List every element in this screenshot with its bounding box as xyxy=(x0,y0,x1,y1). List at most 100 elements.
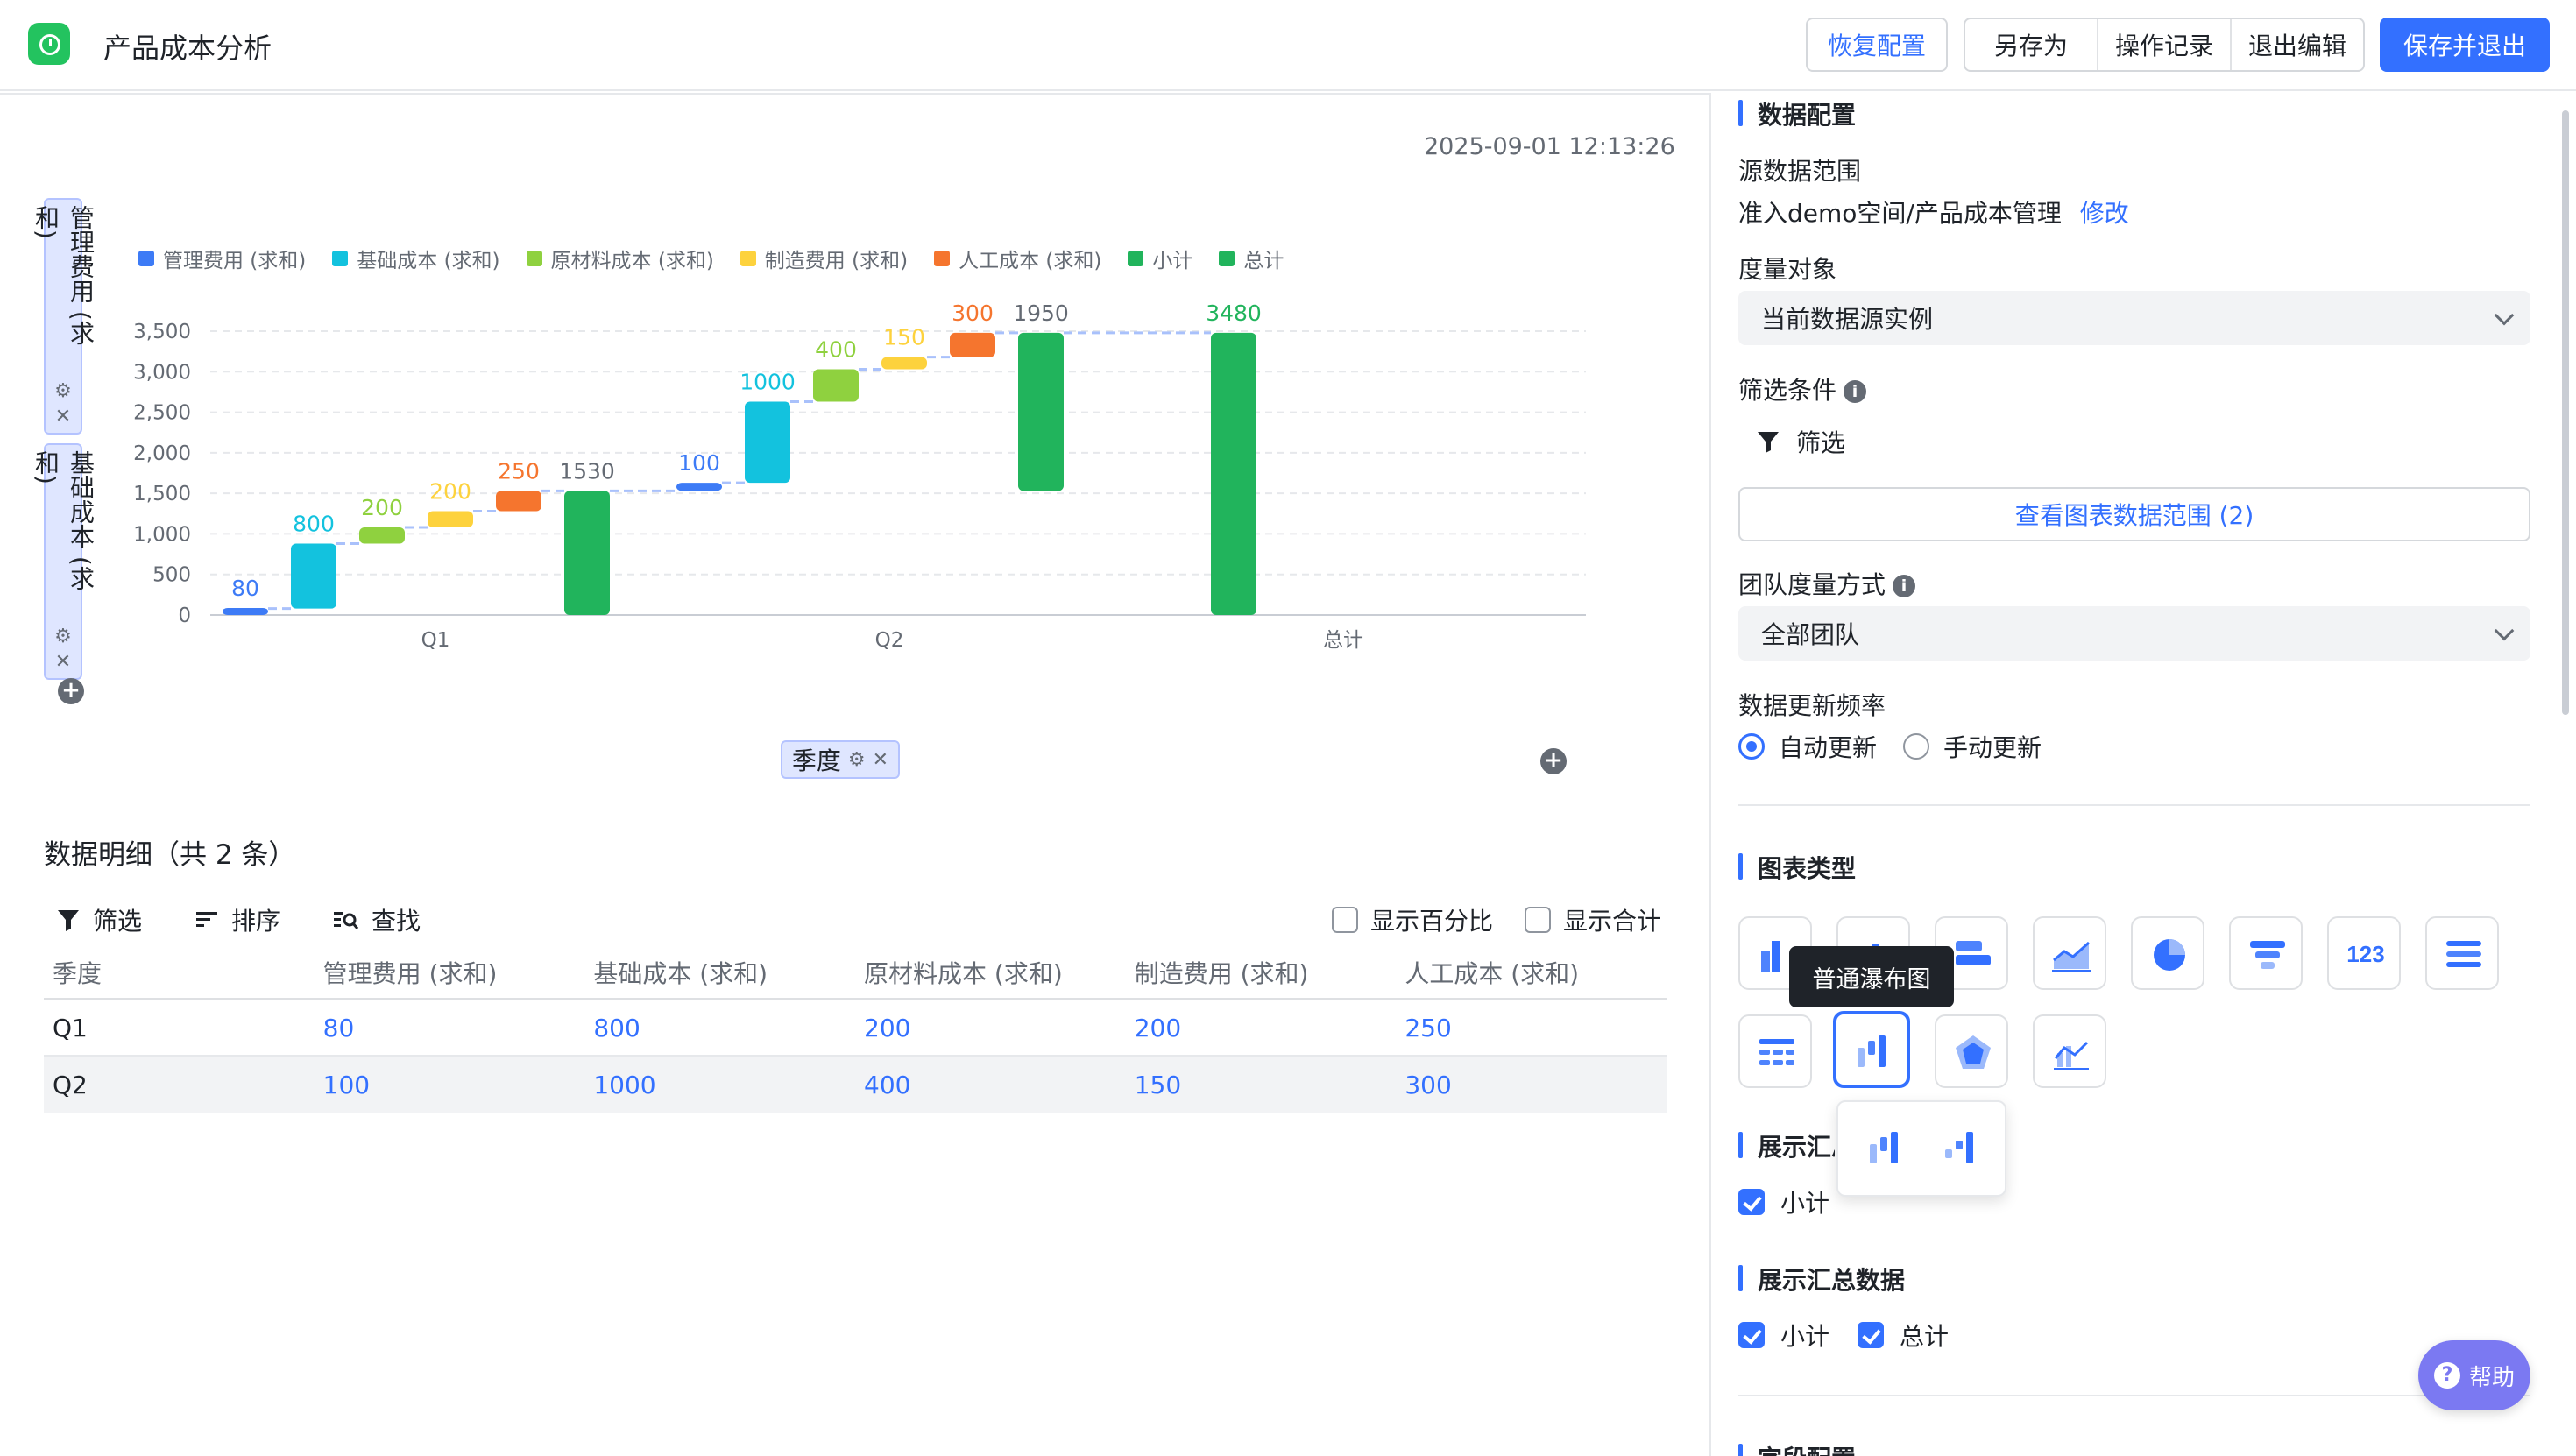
filter-tool[interactable]: 筛选 xyxy=(56,902,142,937)
waterfall-bar[interactable] xyxy=(745,401,790,484)
show-total-toggle[interactable]: 显示合计 xyxy=(1525,902,1661,937)
chart-type-waterfall[interactable] xyxy=(1833,1011,1910,1088)
view-range-button[interactable]: 查看图表数据范围 (2) xyxy=(1738,487,2530,541)
subtotal-checkbox[interactable] xyxy=(1738,1322,1765,1348)
chart-type-number[interactable]: 123 xyxy=(2327,916,2401,990)
find-tool[interactable]: 查找 xyxy=(333,902,421,937)
data-label: 1000 xyxy=(740,370,796,395)
legend-item[interactable]: 人工成本 (求和) xyxy=(934,244,1101,273)
gear-icon[interactable]: ⚙ xyxy=(54,380,72,402)
legend-item[interactable]: 基础成本 (求和) xyxy=(332,244,500,273)
info-icon[interactable]: i xyxy=(1893,575,1916,597)
summary-total-toggle[interactable]: 总计 xyxy=(1858,1318,1949,1353)
team-measure-row: 团队度量方式 i xyxy=(1738,566,1916,601)
chart-type-table[interactable] xyxy=(1738,1014,1812,1088)
waterfall-bar[interactable] xyxy=(428,511,473,528)
chart-type-funnel[interactable] xyxy=(2229,916,2303,990)
legend-item[interactable]: 制造费用 (求和) xyxy=(740,244,908,273)
y-field-pill-admin[interactable]: 管理费用 (求和) ⚙ ✕ xyxy=(32,198,96,435)
filter-icon xyxy=(1758,432,1779,453)
waterfall-bar[interactable] xyxy=(1018,332,1064,491)
help-button[interactable]: ? 帮助 xyxy=(2418,1340,2530,1410)
data-label: 400 xyxy=(815,337,857,363)
save-and-exit-button[interactable]: 保存并退出 xyxy=(2380,18,2550,72)
waterfall-bar[interactable] xyxy=(564,491,610,615)
waterfall-bar[interactable] xyxy=(223,608,268,615)
chart-type-area[interactable] xyxy=(2033,916,2106,990)
normal-waterfall-icon[interactable] xyxy=(1865,1127,1907,1169)
summary-subtotal-toggle[interactable]: 小计 xyxy=(1738,1318,1829,1353)
total-checkbox[interactable] xyxy=(1858,1322,1884,1348)
manual-update-label: 手动更新 xyxy=(1943,733,2042,762)
chart-type-pie[interactable] xyxy=(2131,916,2204,990)
waterfall-bar[interactable] xyxy=(496,491,541,512)
y-tick-label: 0 xyxy=(178,604,191,627)
summary-subtotal-toggle-hidden[interactable]: 小计 xyxy=(1738,1184,1829,1219)
waterfall-bar[interactable] xyxy=(291,543,336,609)
team-measure-label: 团队度量方式 xyxy=(1738,570,1886,599)
table-row[interactable]: Q2 100 1000 400 150 300 xyxy=(44,1057,1667,1113)
column-header[interactable]: 人工成本 (求和) xyxy=(1396,955,1667,990)
waterfall-bar[interactable] xyxy=(950,332,995,357)
show-percent-checkbox[interactable] xyxy=(1332,907,1358,933)
app-logo-icon xyxy=(28,23,70,65)
waterfall-bar[interactable] xyxy=(359,527,405,544)
subtotal-checkbox[interactable] xyxy=(1738,1189,1765,1215)
measure-select[interactable]: 当前数据源实例 xyxy=(1738,291,2530,345)
source-edit-link[interactable]: 修改 xyxy=(2080,199,2129,228)
column-header[interactable]: 制造费用 (求和) xyxy=(1126,955,1397,990)
column-header[interactable]: 管理费用 (求和) xyxy=(315,955,585,990)
chevron-down-icon xyxy=(2494,620,2515,641)
x-field-pill[interactable]: 季度 ⚙ ✕ xyxy=(781,740,900,779)
chart-type-list[interactable] xyxy=(2425,916,2499,990)
show-total-checkbox[interactable] xyxy=(1525,907,1551,933)
restore-config-button[interactable]: 恢复配置 xyxy=(1806,18,1948,72)
data-label: 1950 xyxy=(1013,300,1069,326)
chart-type-radar[interactable] xyxy=(1935,1014,2008,1088)
sort-tool-label: 排序 xyxy=(231,907,281,936)
stacked-waterfall-icon[interactable] xyxy=(1940,1127,1982,1169)
team-measure-select[interactable]: 全部团队 xyxy=(1738,606,2530,661)
history-button[interactable]: 操作记录 xyxy=(2097,19,2230,70)
table-row[interactable]: Q1 80 800 200 200 250 xyxy=(44,1000,1667,1057)
filter-cond-label: 筛选条件 xyxy=(1738,376,1837,405)
waterfall-bar[interactable] xyxy=(813,369,859,402)
close-icon[interactable]: ✕ xyxy=(55,406,71,428)
waterfall-bar[interactable] xyxy=(1211,332,1256,615)
waterfall-bar[interactable] xyxy=(676,483,722,491)
column-header[interactable]: 原材料成本 (求和) xyxy=(855,955,1126,990)
legend-item[interactable]: 管理费用 (求和) xyxy=(138,244,306,273)
column-header[interactable]: 基础成本 (求和) xyxy=(584,955,855,990)
table-cell: 400 xyxy=(864,1070,911,1099)
page-title: 产品成本分析 xyxy=(103,32,272,65)
column-header[interactable]: 季度 xyxy=(44,955,315,990)
close-icon[interactable]: ✕ xyxy=(873,749,888,771)
panel-scrollbar[interactable] xyxy=(2562,110,2569,715)
legend-item[interactable]: 小计 xyxy=(1128,244,1192,273)
legend-item[interactable]: 总计 xyxy=(1219,244,1284,273)
add-x-field-icon[interactable]: + xyxy=(1540,748,1567,774)
show-percent-toggle[interactable]: 显示百分比 xyxy=(1332,902,1493,937)
divider xyxy=(1738,1395,2530,1396)
gear-icon[interactable]: ⚙ xyxy=(848,749,866,771)
sort-tool[interactable]: 排序 xyxy=(195,902,280,937)
close-icon[interactable]: ✕ xyxy=(55,651,71,673)
y-field-pill-base[interactable]: 基础成本 (求和) ⚙ ✕ xyxy=(32,443,96,680)
table-cell: 100 xyxy=(322,1070,371,1099)
exit-edit-button[interactable]: 退出编辑 xyxy=(2230,19,2363,70)
chart-type-combo[interactable] xyxy=(2033,1014,2106,1088)
manual-update-radio[interactable] xyxy=(1903,733,1930,760)
table-cell: 300 xyxy=(1405,1070,1452,1099)
info-icon[interactable]: i xyxy=(1844,380,1867,403)
waterfall-chart-icon xyxy=(1858,1035,1886,1067)
filter-button[interactable]: 筛选 xyxy=(1756,424,1845,459)
waterfall-bar[interactable] xyxy=(881,357,927,370)
auto-update-radio[interactable] xyxy=(1738,733,1765,760)
horizontal-bar-icon xyxy=(1956,941,1991,965)
gear-icon[interactable]: ⚙ xyxy=(54,626,72,647)
x-tick-label: 总计 xyxy=(1323,629,1363,652)
legend-item[interactable]: 原材料成本 (求和) xyxy=(526,244,714,273)
help-label: 帮助 xyxy=(2468,1364,2515,1391)
add-y-field-icon[interactable]: + xyxy=(58,678,84,704)
save-as-button[interactable]: 另存为 xyxy=(1965,19,2097,70)
